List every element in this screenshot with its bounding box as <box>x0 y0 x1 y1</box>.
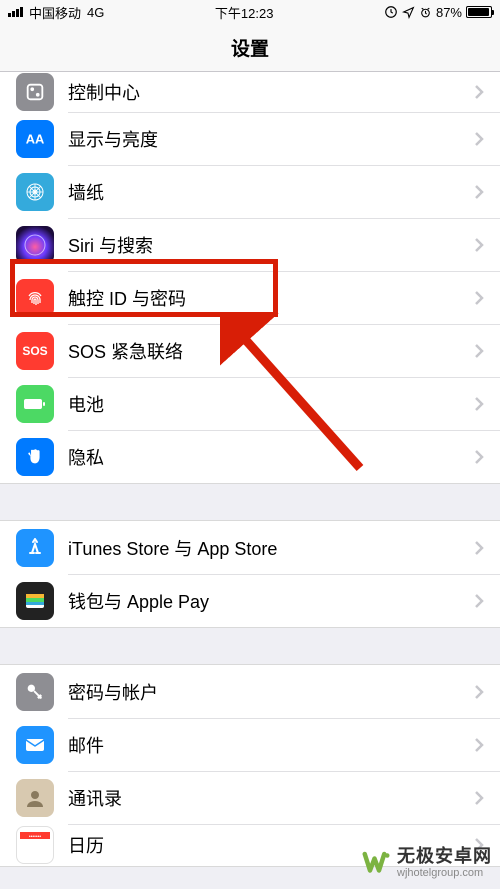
sos-icon: SOS <box>16 332 54 370</box>
status-bar: 中国移动 4G 下午12:23 87% <box>0 0 500 24</box>
settings-group-general: 控制中心 AA 显示与亮度 墙纸 Siri 与搜索 触控 ID 与密码 SOS … <box>0 72 500 484</box>
siri-icon <box>16 226 54 264</box>
row-control-center[interactable]: 控制中心 <box>0 72 500 112</box>
alarm-icon <box>419 6 432 19</box>
signal-icon <box>8 7 23 17</box>
row-itunes-appstore[interactable]: iTunes Store 与 App Store <box>0 521 500 574</box>
row-label: 控制中心 <box>68 79 474 105</box>
privacy-icon <box>16 438 54 476</box>
appstore-icon <box>16 529 54 567</box>
row-label: 密码与帐户 <box>68 679 474 705</box>
row-mail[interactable]: 邮件 <box>0 718 500 771</box>
settings-group-accounts: 密码与帐户 邮件 通讯录 ••••••• 日历 <box>0 664 500 867</box>
chevron-right-icon <box>474 396 484 412</box>
row-label: 墙纸 <box>68 179 474 205</box>
status-right: 87% <box>384 5 492 20</box>
row-wallet[interactable]: 钱包与 Apple Pay <box>0 574 500 627</box>
chevron-right-icon <box>474 449 484 465</box>
row-label: Siri 与搜索 <box>68 232 474 258</box>
nav-bar: 设置 <box>0 24 500 72</box>
chevron-right-icon <box>474 343 484 359</box>
svg-text:AA: AA <box>26 131 45 146</box>
watermark-logo-icon <box>361 848 391 878</box>
row-label: 隐私 <box>68 444 474 470</box>
row-label: 通讯录 <box>68 785 474 811</box>
network-label: 4G <box>87 5 104 20</box>
mail-icon <box>16 726 54 764</box>
calendar-icon: ••••••• <box>16 826 54 864</box>
watermark-subtitle: wjhotelgroup.com <box>397 867 492 879</box>
settings-group-store: iTunes Store 与 App Store 钱包与 Apple Pay <box>0 520 500 628</box>
page-title: 设置 <box>231 34 269 61</box>
chevron-right-icon <box>474 790 484 806</box>
chevron-right-icon <box>474 684 484 700</box>
watermark-title: 无极安卓网 <box>397 847 492 867</box>
watermark: 无极安卓网 wjhotelgroup.com <box>361 847 492 879</box>
row-label: 钱包与 Apple Pay <box>68 588 474 614</box>
row-label: 邮件 <box>68 732 474 758</box>
row-display-brightness[interactable]: AA 显示与亮度 <box>0 112 500 165</box>
chevron-right-icon <box>474 84 484 100</box>
chevron-right-icon <box>474 737 484 753</box>
wallpaper-icon <box>16 173 54 211</box>
battery-pct: 87% <box>436 5 462 20</box>
row-touch-id[interactable]: 触控 ID 与密码 <box>0 271 500 324</box>
row-siri[interactable]: Siri 与搜索 <box>0 218 500 271</box>
contacts-icon <box>16 779 54 817</box>
row-battery[interactable]: 电池 <box>0 377 500 430</box>
svg-text:SOS: SOS <box>22 344 47 358</box>
chevron-right-icon <box>474 131 484 147</box>
location-icon <box>402 6 415 19</box>
chevron-right-icon <box>474 593 484 609</box>
chevron-right-icon <box>474 184 484 200</box>
chevron-right-icon <box>474 237 484 253</box>
status-time: 下午12:23 <box>215 3 274 22</box>
fingerprint-icon <box>16 279 54 317</box>
row-passwords[interactable]: 密码与帐户 <box>0 665 500 718</box>
wallet-icon <box>16 582 54 620</box>
chevron-right-icon <box>474 290 484 306</box>
row-sos[interactable]: SOS SOS 紧急联络 <box>0 324 500 377</box>
row-wallpaper[interactable]: 墙纸 <box>0 165 500 218</box>
row-contacts[interactable]: 通讯录 <box>0 771 500 824</box>
control-center-icon <box>16 73 54 111</box>
status-left: 中国移动 4G <box>8 3 104 22</box>
row-label: SOS 紧急联络 <box>68 338 474 364</box>
row-privacy[interactable]: 隐私 <box>0 430 500 483</box>
battery-icon <box>466 6 492 18</box>
row-label: 触控 ID 与密码 <box>68 285 474 311</box>
key-icon <box>16 673 54 711</box>
clock-icon <box>384 5 398 19</box>
carrier-label: 中国移动 <box>29 3 81 22</box>
battery-row-icon <box>16 385 54 423</box>
row-label: 电池 <box>68 391 474 417</box>
row-label: 显示与亮度 <box>68 126 474 152</box>
row-label: iTunes Store 与 App Store <box>68 535 474 561</box>
chevron-right-icon <box>474 540 484 556</box>
display-icon: AA <box>16 120 54 158</box>
